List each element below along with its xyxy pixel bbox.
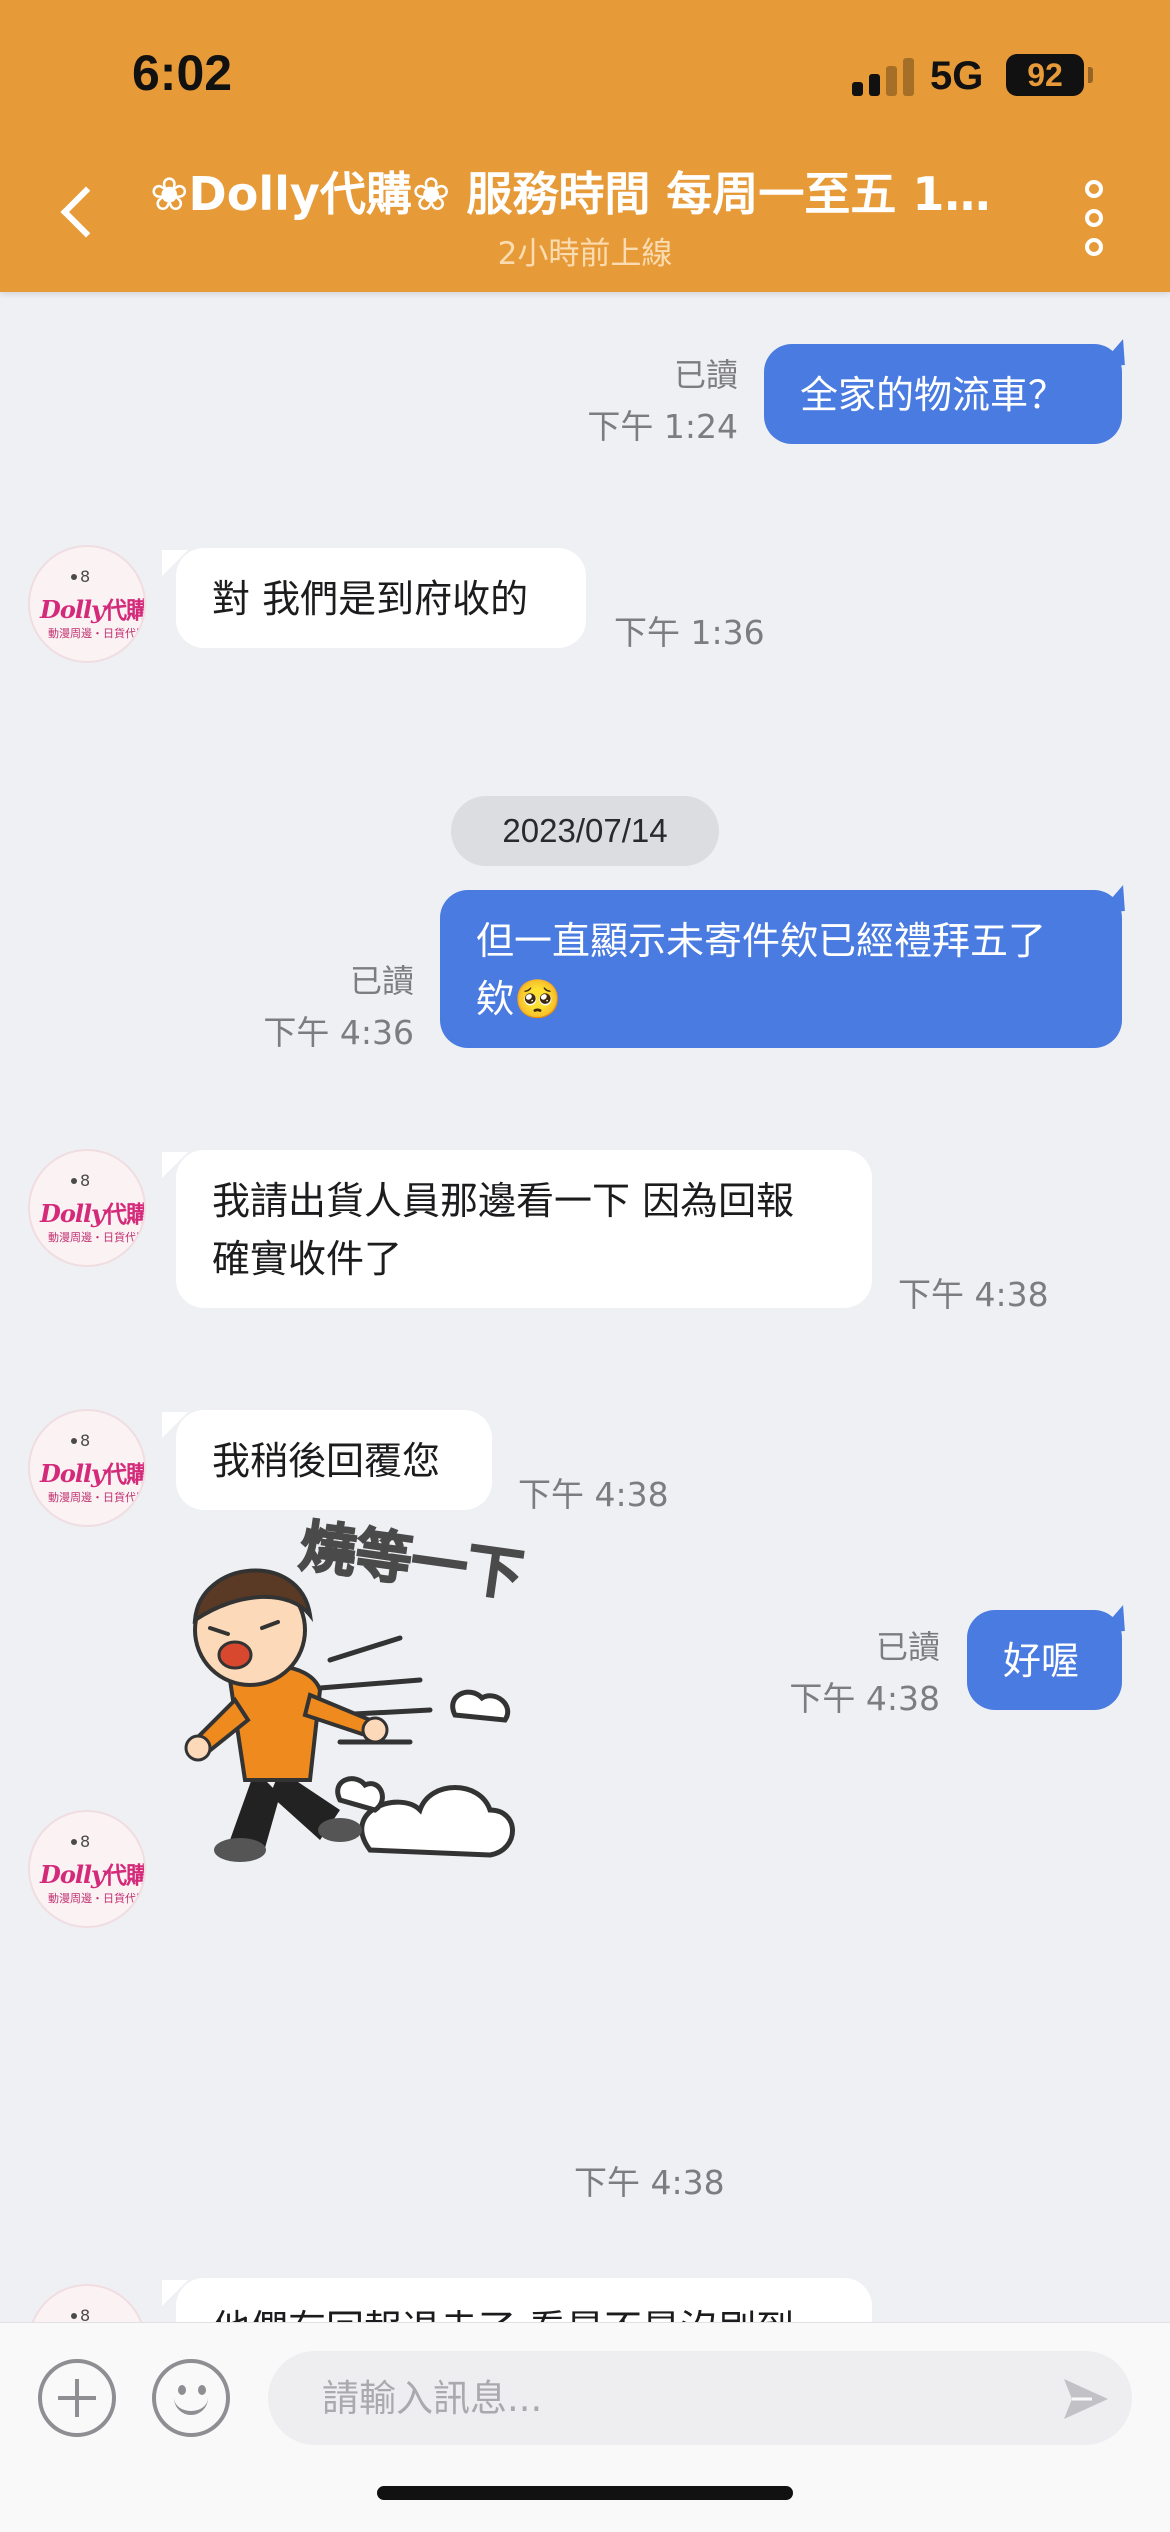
avatar[interactable]: 8 Dolly代購 動漫周邊・日貨代買	[28, 1810, 146, 1928]
message-time: 下午 4:36	[263, 1013, 414, 1052]
message-list[interactable]: 已讀 下午 1:24 全家的物流車？ 8 Dolly代購 動漫周邊・日貨代買 對…	[0, 292, 1170, 2322]
avatar[interactable]: 8 Dolly代購	[28, 2284, 146, 2322]
avatar-logo-text: Dolly代購	[40, 1860, 146, 1889]
message-time: 下午 1:24	[587, 407, 738, 446]
message-time: 下午 4:38	[518, 1475, 669, 1514]
plus-icon[interactable]	[38, 2359, 116, 2437]
more-vertical-icon[interactable]	[1074, 178, 1114, 258]
signal-icon	[852, 58, 916, 96]
outgoing-message-bubble[interactable]: 但一直顯示未寄件欸已經禮拜五了 欸🥺	[440, 890, 1122, 1048]
incoming-message-bubble[interactable]: 對 我們是到府收的	[162, 548, 586, 648]
send-icon[interactable]	[1058, 2371, 1114, 2427]
home-indicator	[377, 2486, 793, 2500]
message-time: 下午 4:38	[898, 1275, 1049, 1314]
message-time: 下午 4:38	[789, 1679, 940, 1718]
logo-decoration-icon: 8	[71, 1171, 90, 1190]
avatar-tagline: 動漫周邊・日貨代買	[48, 1892, 146, 1905]
logo-decoration-icon: 8	[71, 1832, 90, 1851]
message-time: 下午 4:38	[574, 2163, 725, 2202]
message-input[interactable]	[268, 2351, 1132, 2445]
outgoing-message-bubble[interactable]: 好喔	[967, 1610, 1122, 1710]
read-receipt: 已讀	[349, 962, 414, 1000]
avatar-tagline: 動漫周邊・日貨代買	[48, 1231, 146, 1244]
date-separator: 2023/07/14	[451, 796, 719, 866]
chat-title[interactable]: ❀Dolly代購❀ 服務時間 每周一至五 10:00-18:00	[150, 158, 1020, 224]
read-receipt: 已讀	[875, 1628, 940, 1666]
incoming-message-bubble[interactable]: 他們有回報退走了 看是不是沒刷到	[162, 2278, 872, 2322]
avatar-logo-text: Dolly代購	[40, 595, 146, 624]
svg-text:8: 8	[80, 2306, 90, 2322]
avatar-tagline: 動漫周邊・日貨代買	[48, 627, 146, 640]
avatar[interactable]: 8 Dolly代購 動漫周邊・日貨代買	[28, 1149, 146, 1267]
running-boy-sticker[interactable]: 燒等一下	[170, 1510, 560, 1900]
message-time: 下午 1:36	[614, 613, 765, 652]
avatar-logo-text: Dolly代購	[40, 1199, 146, 1228]
battery-tip	[1088, 67, 1093, 83]
incoming-message-bubble[interactable]: 我請出貨人員那邊看一下 因為回報 確實收件了	[162, 1150, 872, 1308]
read-receipt: 已讀	[673, 356, 738, 394]
avatar[interactable]: 8 Dolly代購 動漫周邊・日貨代買	[28, 1409, 146, 1527]
status-time: 6:02	[132, 45, 233, 101]
avatar[interactable]: 8 Dolly代購 動漫周邊・日貨代買	[28, 545, 146, 663]
svg-text:8: 8	[80, 1431, 90, 1450]
logo-decoration-icon: 8	[71, 1431, 90, 1450]
outgoing-message-bubble[interactable]: 全家的物流車？	[764, 344, 1122, 444]
last-online-status: 2小時前上線	[497, 236, 673, 272]
svg-text:8: 8	[80, 1832, 90, 1851]
battery-icon: 92	[1006, 54, 1084, 96]
logo-decoration-icon: 8	[71, 567, 90, 586]
message-input-bar	[0, 2322, 1170, 2532]
chat-header: 6:02 5G 92 ❀Dolly代購❀ 服務時間 每周一至五 10:00-18…	[0, 0, 1170, 292]
emoji-icon[interactable]	[152, 2359, 230, 2437]
network-label: 5G	[930, 54, 984, 98]
logo-decoration-icon: 8	[71, 2306, 90, 2322]
incoming-message-bubble[interactable]: 我稍後回覆您	[162, 1410, 492, 1510]
avatar-logo-text: Dolly代購	[40, 1459, 146, 1488]
svg-text:8: 8	[80, 567, 90, 586]
svg-text:8: 8	[80, 1171, 90, 1190]
back-arrow-icon[interactable]	[50, 178, 110, 254]
avatar-tagline: 動漫周邊・日貨代買	[48, 1491, 146, 1504]
